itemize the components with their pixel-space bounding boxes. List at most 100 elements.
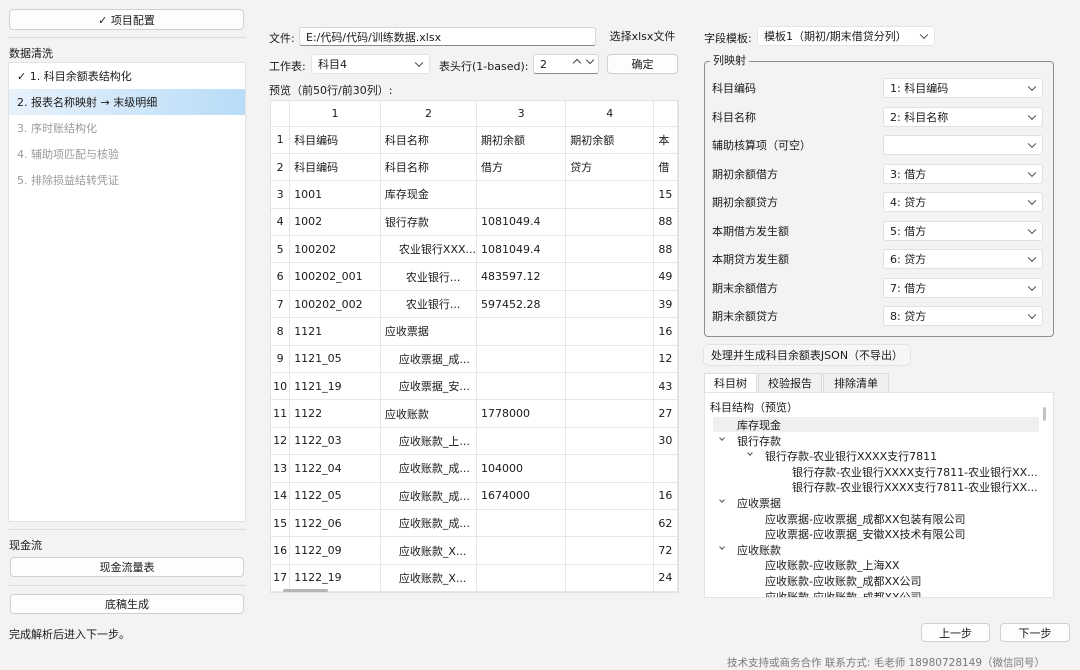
column-header[interactable]: 2: [380, 101, 478, 127]
confirm-button[interactable]: 确定: [607, 54, 678, 74]
table-cell[interactable]: 期初余额: [565, 126, 655, 154]
table-cell[interactable]: 应收账款_成...: [380, 482, 478, 510]
table-cell[interactable]: 1122_03: [289, 427, 381, 456]
preview-table[interactable]: 1 2 3 4 1 科目编码 科目名称 期初余额 期初余额本 2 科目编码 科目名称 借方 贷方借…: [270, 100, 679, 593]
mapping-select[interactable]: 1: 科目编码: [883, 78, 1043, 98]
table-cell[interactable]: 30: [653, 427, 678, 456]
table-cell[interactable]: [476, 180, 567, 209]
tree-node[interactable]: 应收票据-应收票据_安徽XX技术有限公司: [765, 526, 966, 542]
table-cell[interactable]: 1121: [289, 317, 381, 346]
table-cell[interactable]: [565, 482, 655, 510]
table-cell[interactable]: 24: [653, 564, 678, 592]
table-cell[interactable]: 期初余额: [476, 126, 567, 154]
table-cell[interactable]: 100202_002: [289, 290, 381, 319]
table-cell[interactable]: [476, 345, 567, 374]
table-cell[interactable]: [476, 372, 567, 401]
column-header[interactable]: 3: [476, 101, 567, 127]
mapping-select[interactable]: 5: 借方: [883, 220, 1043, 241]
table-cell[interactable]: 104000: [476, 454, 567, 483]
table-cell[interactable]: 597452.28: [476, 290, 567, 319]
table-row[interactable]: 10 1121_19 应收票据_安... 43: [271, 372, 678, 401]
table-cell[interactable]: 科目名称: [380, 153, 478, 182]
vertical-scrollbar[interactable]: [1043, 407, 1046, 421]
file-path-input[interactable]: E:/代码/代码/训练数据.xlsx: [299, 27, 596, 46]
table-row[interactable]: 17 1122_19 应收账款_X... 24: [271, 564, 678, 592]
table-cell[interactable]: 应收账款_上...: [380, 427, 478, 456]
table-row[interactable]: 13 1122_04 应收账款_成... 104000: [271, 454, 678, 483]
mapping-select[interactable]: [883, 135, 1043, 155]
project-config-button[interactable]: ✓ 项目配置: [9, 9, 244, 30]
tab-subject-tree[interactable]: 科目树: [704, 373, 757, 392]
table-row[interactable]: 5 100202 农业银行XXX... 1081049.4 88: [271, 235, 678, 264]
mapping-select[interactable]: 7: 借方: [883, 277, 1043, 298]
mapping-select[interactable]: 2: 科目名称: [883, 106, 1043, 127]
table-cell[interactable]: 1122_19: [289, 564, 381, 592]
table-cell[interactable]: 科目编码: [289, 126, 381, 154]
table-cell[interactable]: 1122_06: [289, 509, 381, 538]
table-cell[interactable]: [565, 345, 655, 374]
table-cell[interactable]: 贷方: [565, 153, 655, 182]
table-row[interactable]: 2 科目编码 科目名称 借方 贷方借: [271, 153, 678, 182]
table-cell[interactable]: 27: [653, 399, 678, 428]
table-row[interactable]: 9 1121_05 应收票据_成... 12: [271, 345, 678, 374]
mapping-select[interactable]: 6: 贷方: [883, 249, 1043, 269]
table-cell[interactable]: 1122_05: [289, 482, 381, 510]
tree-node[interactable]: 应收账款-应收账款_成都XX公司: [765, 573, 922, 589]
table-cell[interactable]: [565, 290, 655, 319]
table-cell[interactable]: [565, 536, 655, 565]
table-cell[interactable]: 农业银行...: [380, 262, 478, 291]
table-cell[interactable]: [565, 427, 655, 456]
table-row[interactable]: 11 1122 应收账款 1778000 27: [271, 399, 678, 428]
column-header[interactable]: 1: [289, 101, 381, 127]
table-cell[interactable]: 应收票据_安...: [380, 372, 478, 401]
tab-exclusion-list[interactable]: 排除清单: [823, 373, 889, 392]
subject-tree[interactable]: 科目结构（预览） 库存现金 银行存款 银行存款-农业银行XXXX支行7811 银行存款…: [704, 392, 1054, 598]
tree-node[interactable]: 银行存款-农业银行XXXX支行7811: [765, 448, 937, 464]
chevron-down-icon[interactable]: [585, 55, 595, 65]
next-step-button[interactable]: 下一步: [1000, 623, 1070, 642]
table-cell[interactable]: 88: [653, 235, 678, 264]
table-cell[interactable]: 应收账款: [380, 399, 478, 428]
table-cell[interactable]: 100202: [289, 235, 381, 264]
table-row[interactable]: 8 1121 应收票据 16: [271, 317, 678, 346]
table-cell[interactable]: [565, 372, 655, 401]
table-cell[interactable]: 应收账款_成...: [380, 509, 478, 538]
table-cell[interactable]: [565, 180, 655, 209]
template-select[interactable]: 模板1（期初/期末借贷分列）: [757, 26, 935, 46]
mapping-select[interactable]: 3: 借方: [883, 163, 1043, 184]
sheet-select[interactable]: 科目4: [311, 54, 430, 74]
table-row[interactable]: 6 100202_001 农业银行... 483597.12 49: [271, 262, 678, 291]
chevron-up-icon[interactable]: [572, 58, 582, 68]
table-cell[interactable]: 483597.12: [476, 262, 567, 291]
table-row[interactable]: 4 1002 银行存款 1081049.4 88: [271, 208, 678, 237]
table-cell[interactable]: 科目编码: [289, 153, 381, 182]
table-cell[interactable]: 12: [653, 345, 678, 374]
tree-node[interactable]: 银行存款-农业银行XXXX支行7811-农业银行XX...: [792, 464, 1038, 480]
draft-generate-button[interactable]: 底稿生成: [10, 594, 244, 614]
table-cell[interactable]: 1121_19: [289, 372, 381, 401]
table-cell[interactable]: 本: [653, 126, 678, 154]
step-item-3[interactable]: 3. 序时账结构化: [9, 115, 245, 141]
table-cell[interactable]: 16: [653, 317, 678, 346]
table-cell[interactable]: [565, 564, 655, 592]
table-cell[interactable]: 15: [653, 180, 678, 209]
table-cell[interactable]: [476, 564, 567, 592]
table-cell[interactable]: [476, 427, 567, 456]
table-cell[interactable]: 88: [653, 208, 678, 237]
tree-node[interactable]: 应收票据-应收票据_成都XX包装有限公司: [765, 511, 966, 527]
table-cell[interactable]: [476, 536, 567, 565]
tree-node[interactable]: 银行存款-农业银行XXXX支行7811-农业银行XX...: [792, 479, 1038, 495]
tab-validation-report[interactable]: 校验报告: [758, 373, 822, 392]
table-cell[interactable]: 应收票据: [380, 317, 478, 346]
table-cell[interactable]: 1121_05: [289, 345, 381, 374]
table-cell[interactable]: 1674000: [476, 482, 567, 510]
table-cell[interactable]: 1001: [289, 180, 381, 209]
table-cell[interactable]: 农业银行...: [380, 290, 478, 319]
table-cell[interactable]: 应收账款_X...: [380, 564, 478, 592]
table-row[interactable]: 14 1122_05 应收账款_成... 1674000 16: [271, 482, 678, 510]
table-cell[interactable]: 72: [653, 536, 678, 565]
step-item-5[interactable]: 5. 排除损益结转凭证: [9, 167, 245, 193]
process-json-button[interactable]: 处理并生成科目余额表JSON（不导出）: [704, 345, 910, 365]
table-cell[interactable]: 1778000: [476, 399, 567, 428]
tree-expand-icon[interactable]: [747, 450, 753, 457]
